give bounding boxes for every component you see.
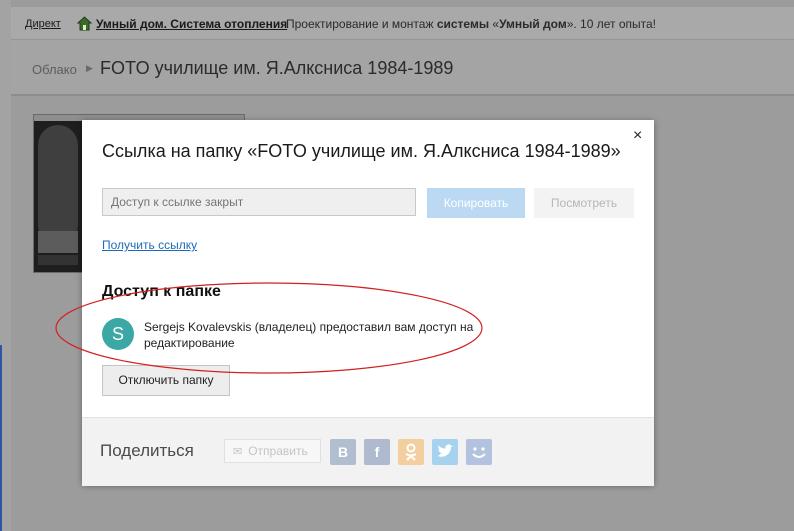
avatar: S bbox=[102, 318, 134, 350]
left-accent-strip bbox=[0, 345, 2, 531]
chevron-right-icon: ▶ bbox=[86, 63, 93, 73]
view-button[interactable]: Посмотреть bbox=[534, 188, 634, 218]
owner-access-text: Sergejs Kovalevskis (владелец) предостав… bbox=[144, 320, 474, 350]
page-title: FOTO училище им. Я.Алксниса 1984-1989 bbox=[100, 58, 454, 78]
access-section-title: Доступ к папке bbox=[102, 283, 221, 300]
disable-folder-button[interactable]: Отключить папку bbox=[102, 365, 230, 396]
get-link-button[interactable]: Получить ссылку bbox=[102, 238, 197, 252]
twitter-share-icon[interactable] bbox=[432, 439, 458, 465]
close-icon[interactable]: × bbox=[633, 127, 642, 145]
share-footer: Поделиться ✉ Отправить В f bbox=[82, 417, 654, 486]
home-icon bbox=[76, 16, 93, 31]
link-field[interactable] bbox=[102, 188, 416, 216]
ad-link[interactable]: Умный дом. Система отопления bbox=[96, 17, 287, 31]
dialog-title: Ссылка на папку «FOTO училище им. Я.Алкс… bbox=[102, 141, 621, 161]
ad-bar: Директ Умный дом. Система отопления Прое… bbox=[11, 7, 794, 40]
breadcrumb: Облако ▶ FOTO училище им. Я.Алксниса 198… bbox=[11, 40, 794, 96]
facebook-share-icon[interactable]: f bbox=[364, 439, 390, 465]
breadcrumb-root[interactable]: Облако bbox=[32, 62, 77, 77]
share-link-dialog: × Ссылка на папку «FOTO училище им. Я.Ал… bbox=[55, 120, 654, 486]
vk-share-icon[interactable]: В bbox=[330, 439, 356, 465]
odnoklassniki-share-icon[interactable] bbox=[398, 439, 424, 465]
copy-button[interactable]: Копировать bbox=[427, 188, 525, 218]
send-button[interactable]: ✉ Отправить bbox=[224, 439, 321, 463]
moi-mir-share-icon[interactable] bbox=[466, 439, 492, 465]
envelope-icon: ✉ bbox=[233, 446, 243, 458]
direct-link[interactable]: Директ bbox=[25, 18, 61, 30]
share-label: Поделиться bbox=[100, 441, 194, 460]
ad-description: Проектирование и монтаж системы «Умный д… bbox=[286, 17, 657, 31]
